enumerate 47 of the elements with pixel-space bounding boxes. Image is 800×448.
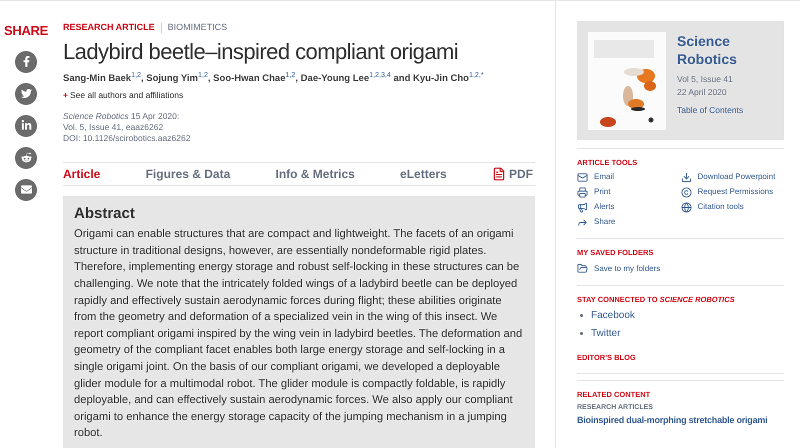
tool-link[interactable]: Alerts: [577, 201, 680, 214]
facebook-icon[interactable]: [15, 50, 37, 72]
tool-link[interactable]: Citation tools: [680, 201, 784, 214]
folder-icon: [577, 263, 588, 274]
printer-icon: [577, 186, 588, 198]
citation-line: Vol. 5, Issue 41, eaaz6262: [63, 122, 164, 133]
tool-link[interactable]: Download Powerpoint: [680, 171, 784, 184]
article-title: Ladybird beetle–inspired compliant origami: [63, 38, 460, 65]
share-arrow-icon: [577, 216, 588, 228]
tool-link[interactable]: Email: [577, 171, 680, 184]
share-label: SHARE: [4, 22, 48, 40]
related-article-link[interactable]: Bioinspired dual-morphing stretchable origami: [577, 414, 784, 428]
copyright-icon: [680, 186, 692, 198]
journal-name[interactable]: Science Robotics: [677, 32, 773, 68]
tool-link[interactable]: Request Permissions: [680, 186, 784, 198]
email-icon[interactable]: [15, 178, 37, 200]
tab[interactable]: Article: [63, 164, 100, 183]
tool-link[interactable]: Print: [577, 186, 680, 198]
journal-date: 22 April 2020: [677, 86, 728, 98]
pdf-icon: [492, 166, 506, 181]
citation-line: DOI: 10.1126/scirobotics.aaz6262: [63, 133, 192, 144]
abstract-text: Origami can enable structures that are compact and lightweight. The facets of an origami structure in traditional designs, however, are essentially nondeformable rigid plates. Therefore, implementing energy storage and robust self-locking in these structures can be challenging. We note that the intricately folded wings of a ladybird beetle can be deployed rapidly and effectively sustain aerodynamic forces during flight; these abilities originate from the geometry and deformation of a specialized vein in the wing of this insect. We report compliant origami inspired by the wing vein in ladybird beetles. The deformation and geometry of the compliant facet enables both large energy storage and self-locking in a single origami joint. On the basis of our compliant origami, we developed a deployable glider module for a multimodal robot. The glider module is compactly foldable, is rapidly deployable, and can effectively sustain aerodynamic forces. We also apply our compliant origami to enhance the energy storage capacity of the jumping mechanism in a jumping robot.: [74, 227, 524, 442]
twitter-icon[interactable]: [15, 82, 37, 104]
bullet-icon: [580, 332, 583, 335]
tool-link[interactable]: Share: [577, 216, 680, 228]
article-category: BIOMIMETICS: [168, 21, 228, 34]
download-icon: [680, 172, 692, 183]
globe-icon: [680, 202, 692, 213]
megaphone-icon: [577, 202, 588, 213]
article-type: RESEARCH ARTICLE: [63, 21, 155, 34]
tab[interactable]: eLetters: [400, 164, 447, 183]
bullet-icon: [580, 314, 583, 317]
journal-issue: Vol 5, Issue 41: [677, 73, 734, 86]
citation-line: Science Robotics 15 Apr 2020:: [63, 111, 180, 122]
table-of-contents-link[interactable]: Table of Contents: [677, 104, 773, 116]
social-link[interactable]: Facebook: [591, 308, 635, 323]
social-link[interactable]: Twitter: [591, 326, 620, 341]
linkedin-icon[interactable]: [15, 114, 37, 136]
abstract-heading: Abstract: [74, 204, 136, 224]
tab[interactable]: Info & Metrics: [275, 164, 355, 183]
email-icon: [577, 172, 588, 183]
tab[interactable]: PDF: [492, 164, 533, 183]
reddit-icon[interactable]: [15, 146, 37, 168]
authors-affiliations-link[interactable]: + See all authors and affiliations: [63, 89, 535, 102]
author-list: Sang-Min Baek$^{1,2}$, Sojung Yim$^{1,2}$, Soo-Hwan Chae$^{1,2}$, Dae-Young Lee$^{1,2,3,4}$ and Kyu-Jin Cho$^{1,2,*}$: [63, 72, 535, 86]
save-to-folders-link[interactable]: Save to my folders: [577, 262, 784, 274]
tab[interactable]: Figures & Data: [146, 164, 230, 183]
